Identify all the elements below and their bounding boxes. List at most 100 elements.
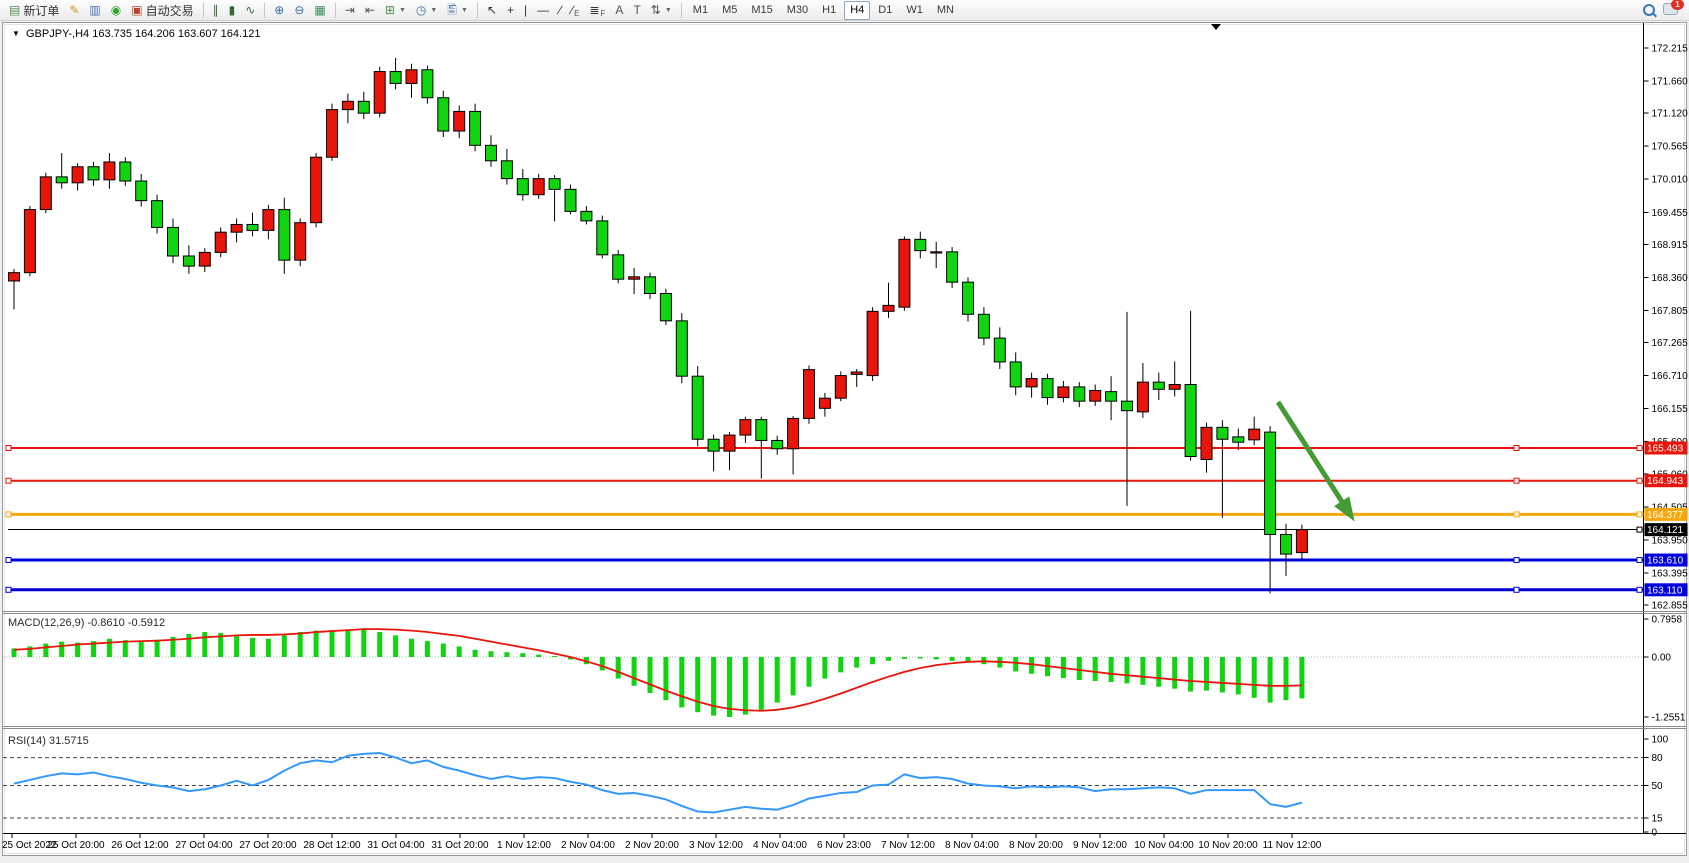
timeframe-button-h4[interactable]: H4 bbox=[844, 1, 870, 20]
auto-scroll-button[interactable]: ⇥ bbox=[341, 1, 359, 20]
timeframe-button-m15[interactable]: M15 bbox=[745, 1, 778, 20]
line-chart-button[interactable]: ∿ bbox=[241, 1, 259, 20]
templates-icon: 🖺 bbox=[447, 2, 457, 19]
trendline-button[interactable]: ∕ bbox=[555, 1, 565, 20]
macd-histogram-bar bbox=[377, 632, 382, 657]
timeframe-button-h1[interactable]: H1 bbox=[816, 1, 842, 20]
new-order-button[interactable]: ▤新订单 bbox=[5, 1, 63, 20]
macd-histogram-bar bbox=[648, 657, 653, 693]
candle bbox=[931, 252, 942, 253]
chart-title: GBPJPY-,H4 163.735 164.206 163.607 164.1… bbox=[26, 28, 260, 40]
cursor-button[interactable]: ↖ bbox=[483, 1, 501, 20]
auto-trading-button[interactable]: ▣自动交易 bbox=[127, 1, 197, 20]
candle bbox=[263, 210, 274, 231]
macd-histogram-bar bbox=[345, 631, 350, 657]
line-anchor-handle[interactable] bbox=[1514, 587, 1519, 592]
vertical-line-button[interactable]: | bbox=[520, 1, 531, 20]
candle bbox=[676, 321, 687, 376]
search-icon[interactable] bbox=[1643, 4, 1655, 16]
tile-windows-button[interactable]: ▦ bbox=[310, 1, 329, 20]
candlestick-chart-button[interactable]: ▮ bbox=[225, 1, 240, 20]
line-anchor-handle[interactable] bbox=[6, 478, 11, 483]
price-tick-label: 167.265 bbox=[1652, 338, 1689, 349]
candle bbox=[390, 72, 401, 84]
price-tick-label: 168.915 bbox=[1652, 240, 1689, 251]
candle bbox=[247, 224, 258, 230]
candle bbox=[788, 418, 799, 448]
time-tick-label: 8 Nov 04:00 bbox=[945, 840, 999, 851]
price-tick-label: 169.455 bbox=[1652, 208, 1689, 219]
macd-histogram-bar bbox=[1109, 657, 1114, 682]
candle bbox=[1296, 530, 1307, 553]
new-order-icon: ▤ bbox=[9, 2, 20, 19]
timeframe-button-m5[interactable]: M5 bbox=[716, 1, 743, 20]
candle bbox=[645, 277, 656, 294]
macd-histogram-bar bbox=[59, 642, 64, 657]
time-tick-label: 31 Oct 20:00 bbox=[431, 840, 489, 851]
candle bbox=[756, 420, 767, 441]
timeframe-button-m1[interactable]: M1 bbox=[687, 1, 714, 20]
line-anchor-handle[interactable] bbox=[6, 446, 11, 451]
time-tick-label: 27 Oct 04:00 bbox=[175, 840, 233, 851]
time-tick-label: 9 Nov 12:00 bbox=[1073, 840, 1127, 851]
horizontal-line-button[interactable]: — bbox=[533, 1, 553, 20]
chart-context-arrow-icon[interactable]: ▼ bbox=[12, 29, 20, 38]
macd-histogram-bar bbox=[552, 656, 557, 657]
timeframe-button-d1[interactable]: D1 bbox=[872, 1, 898, 20]
candle bbox=[40, 177, 51, 210]
chart-window[interactable]: 172.215171.660171.120170.565170.010169.4… bbox=[0, 21, 1689, 863]
macd-histogram-bar bbox=[1172, 657, 1177, 689]
macd-histogram-bar bbox=[43, 644, 48, 657]
line-anchor-handle[interactable] bbox=[1514, 478, 1519, 483]
candle bbox=[708, 439, 719, 451]
fibonacci-button[interactable]: ≣F bbox=[585, 1, 609, 20]
new-chart-button[interactable]: ⊞▼ bbox=[381, 1, 410, 20]
crosshair-button[interactable]: + bbox=[503, 1, 518, 20]
text-button[interactable]: A bbox=[611, 1, 627, 20]
macd-histogram-bar bbox=[902, 657, 907, 659]
bar-chart-button[interactable]: ∥ bbox=[209, 1, 223, 20]
macd-histogram-bar bbox=[234, 635, 239, 657]
text-label-button[interactable]: T bbox=[629, 1, 644, 20]
period-button[interactable]: ◷▼ bbox=[412, 1, 441, 20]
candle bbox=[1074, 387, 1085, 401]
time-tick-label: 10 Nov 04:00 bbox=[1134, 840, 1194, 851]
signals-icon: ◉ bbox=[111, 2, 121, 19]
zoom-in-icon: ⊕ bbox=[274, 2, 284, 19]
chart-shift-icon: ⇤ bbox=[365, 2, 375, 19]
chart-shift-button[interactable]: ⇤ bbox=[361, 1, 379, 20]
candle bbox=[9, 273, 20, 281]
line-anchor-handle[interactable] bbox=[6, 512, 11, 517]
templates-button[interactable]: 🖺▼ bbox=[443, 1, 472, 20]
arrows-button[interactable]: ⇅▼ bbox=[647, 1, 676, 20]
price-label-chip-text: 164.121 bbox=[1647, 525, 1684, 536]
signals-button[interactable]: ◉ bbox=[107, 1, 125, 20]
main-toolbar: ▤新订单 ✎ ▥ ◉ ▣自动交易 ∥▮∿ ⊕ ⊖▦ ⇥ ⇤ ⊞▼◷▼🖺▼ ↖ + |—∕∕E≣FAT⇅▼ M… bbox=[0, 0, 1689, 21]
macd-histogram-bar bbox=[1188, 657, 1193, 692]
candle bbox=[501, 161, 512, 179]
line-anchor-handle[interactable] bbox=[1514, 558, 1519, 563]
timeframe-button-w1[interactable]: W1 bbox=[900, 1, 929, 20]
line-anchor-handle[interactable] bbox=[6, 587, 11, 592]
notifications-button[interactable]: 1 bbox=[1663, 3, 1678, 18]
timeframe-button-mn[interactable]: MN bbox=[931, 1, 960, 20]
macd-histogram-bar bbox=[870, 657, 875, 664]
line-anchor-handle[interactable] bbox=[6, 558, 11, 563]
styler-button[interactable]: ✎ bbox=[65, 1, 83, 20]
price-tick-label: 171.660 bbox=[1652, 77, 1689, 88]
market-watch-button[interactable]: ▥ bbox=[85, 1, 104, 20]
crosshair-icon: + bbox=[507, 2, 514, 19]
candle bbox=[740, 420, 751, 435]
channel-button[interactable]: ∕E bbox=[567, 1, 583, 20]
timeframe-button-m30[interactable]: M30 bbox=[781, 1, 814, 20]
zoom-in-button[interactable]: ⊕ bbox=[270, 1, 288, 20]
candle bbox=[1106, 392, 1117, 402]
line-anchor-handle[interactable] bbox=[1514, 512, 1519, 517]
line-anchor-handle[interactable] bbox=[1514, 446, 1519, 451]
macd-histogram-bar bbox=[409, 639, 414, 657]
styler-icon: ✎ bbox=[69, 2, 79, 19]
macd-histogram-bar bbox=[791, 657, 796, 695]
candle bbox=[215, 232, 226, 252]
macd-histogram-bar bbox=[107, 639, 112, 657]
zoom-out-button[interactable]: ⊖ bbox=[290, 1, 308, 20]
